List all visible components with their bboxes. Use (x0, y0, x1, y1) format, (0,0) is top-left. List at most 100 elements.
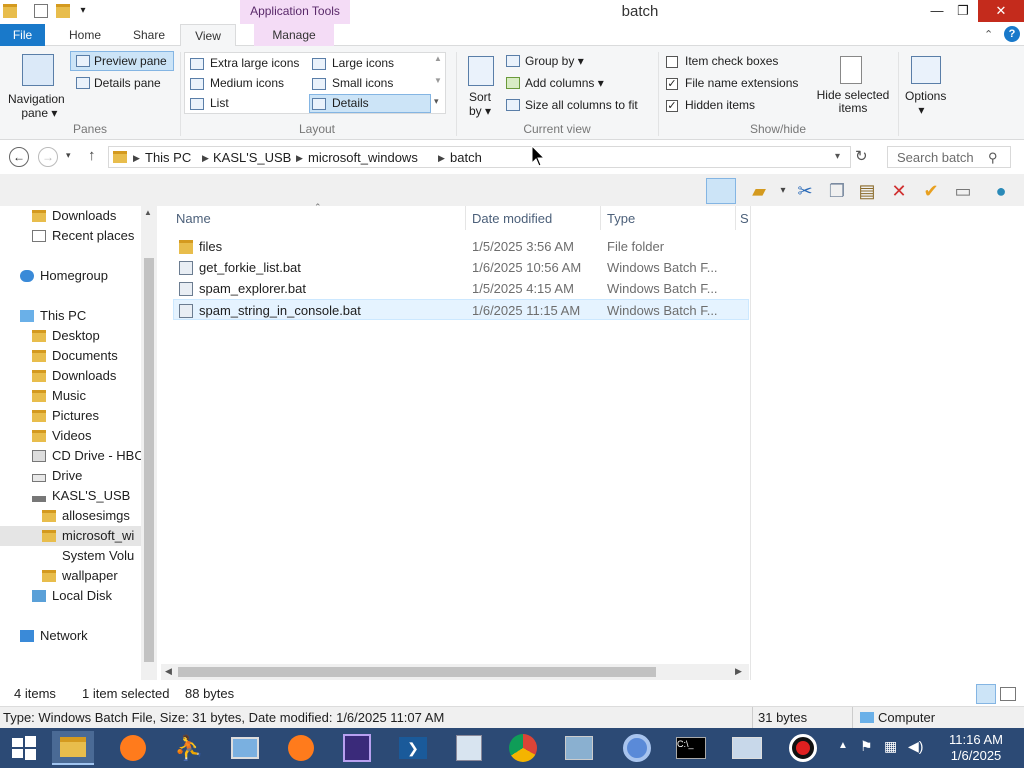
nav-item-wallpaper[interactable]: wallpaper (42, 566, 118, 586)
sort-by-button[interactable]: Sort by ▾ (464, 52, 500, 118)
cut-icon[interactable]: ✂ (794, 180, 816, 202)
details-pane-button[interactable]: Details pane (94, 76, 161, 90)
gallery-expand-icon[interactable]: ▾ (434, 96, 439, 107)
delete-icon[interactable]: ✕ (888, 180, 910, 202)
taskbar-photos[interactable] (224, 731, 266, 765)
breadcrumb-kasls-usb[interactable]: KASL'S_USB (213, 150, 291, 165)
file-row[interactable]: get_forkie_list.bat 1/6/2025 10:56 AM Wi… (173, 257, 749, 278)
column-separator[interactable] (600, 206, 601, 230)
new-folder-icon[interactable]: ▰ (748, 180, 770, 202)
hidden-items-label[interactable]: Hidden items (685, 98, 755, 112)
nav-item-network[interactable]: Network (20, 626, 88, 646)
horizontal-scroll-thumb[interactable] (178, 667, 656, 677)
nav-item-local-disk[interactable]: Local Disk (32, 586, 112, 606)
hide-selected-items-button[interactable]: Hide selected items (810, 52, 892, 116)
taskbar-firefox-2[interactable] (280, 731, 322, 765)
tab-file[interactable]: File (0, 24, 45, 46)
breadcrumb-separator[interactable]: ▶ (296, 153, 303, 164)
taskbar-recorder[interactable] (782, 731, 824, 765)
nav-scroll-thumb[interactable] (144, 258, 154, 662)
rename-icon[interactable]: ✔ (920, 180, 942, 202)
tab-share[interactable]: Share (124, 24, 174, 46)
scroll-right-icon[interactable]: ▶ (735, 666, 742, 677)
group-by-button[interactable]: Group by ▾ (525, 54, 584, 68)
breadcrumb-separator[interactable]: ▶ (438, 153, 445, 164)
hidden-items-checkbox[interactable]: ✓ (666, 100, 678, 112)
tab-view[interactable]: View (180, 24, 236, 47)
maximize-button[interactable]: ❐ (944, 0, 982, 22)
taskbar-control-panel[interactable] (448, 731, 490, 765)
taskbar-file-explorer[interactable] (52, 731, 94, 765)
gallery-scroll-up-icon[interactable]: ▲ (434, 54, 442, 63)
column-header-size[interactable]: S (740, 211, 749, 226)
address-bar[interactable]: ▶ This PC ▶ KASL'S_USB ▶ microsoft_windo… (108, 146, 851, 168)
taskbar-chrome[interactable] (502, 731, 544, 765)
copy-icon[interactable]: ❐ (826, 180, 848, 202)
back-icon[interactable]: ← (9, 147, 29, 167)
column-separator[interactable] (735, 206, 736, 230)
nav-item-allosesimgs[interactable]: allosesimgs (42, 506, 130, 526)
nav-item-system-volume[interactable]: System Volu (42, 546, 134, 566)
scroll-up-icon[interactable]: ▲ (144, 208, 152, 217)
properties-icon[interactable]: ▭ (952, 180, 974, 202)
tab-home[interactable]: Home (60, 24, 110, 46)
quick-access-dropdown-icon[interactable]: ▾ (76, 4, 90, 18)
recent-locations-dropdown-icon[interactable]: ▾ (66, 150, 71, 161)
file-name-extensions-checkbox[interactable]: ✓ (666, 78, 678, 90)
nav-item-recent-places[interactable]: Recent places (32, 226, 134, 246)
nav-item-videos[interactable]: Videos (32, 426, 92, 446)
nav-item-this-pc[interactable]: This PC (20, 306, 86, 326)
options-button[interactable]: Options ▾ (902, 52, 952, 117)
breadcrumb-separator[interactable]: ▶ (133, 153, 140, 164)
nav-item-desktop[interactable]: Desktop (32, 326, 100, 346)
layout-details-selected[interactable] (309, 94, 431, 113)
nav-item-cd-drive[interactable]: CD Drive - HBC (32, 446, 144, 466)
paste-icon[interactable]: ▤ (856, 180, 878, 202)
taskbar-powershell[interactable]: ❯ (392, 731, 434, 765)
taskbar-firefox[interactable] (112, 731, 154, 765)
layout-small-icons[interactable]: Small icons (332, 76, 393, 90)
file-row[interactable]: files 1/5/2025 3:56 AM File folder (173, 236, 749, 257)
scroll-left-icon[interactable]: ◀ (165, 666, 172, 677)
layout-list[interactable]: List (210, 96, 229, 110)
nav-item-kasls-usb[interactable]: KASL'S_USB (32, 486, 130, 506)
nav-item-microsoft-windows[interactable]: microsoft_wi (0, 526, 141, 546)
gallery-scroll-down-icon[interactable]: ▼ (434, 76, 442, 85)
horizontal-scrollbar[interactable]: ◀ ▶ (161, 664, 749, 680)
volume-icon[interactable]: ◀) (908, 738, 923, 755)
large-icons-view-icon[interactable] (1000, 687, 1016, 701)
start-button[interactable] (3, 731, 45, 765)
navigation-pane-button[interactable]: Navigation pane ▾ (6, 50, 70, 120)
forward-icon[interactable]: → (38, 147, 58, 167)
column-separator[interactable] (465, 206, 466, 230)
taskbar-chromium[interactable] (616, 731, 658, 765)
action-center-flag-icon[interactable]: ⚑ (860, 738, 873, 755)
taskbar-runner-app[interactable]: ⛹ (168, 731, 210, 765)
tab-manage[interactable]: Manage (254, 24, 334, 46)
layout-large-icons[interactable]: Large icons (332, 56, 394, 70)
nav-item-downloads[interactable]: Downloads (32, 206, 116, 226)
add-columns-button[interactable]: Add columns ▾ (525, 76, 604, 90)
breadcrumb-separator[interactable]: ▶ (202, 153, 209, 164)
layout-extra-large-icons[interactable]: Extra large icons (210, 56, 299, 70)
nav-scrollbar[interactable]: ▲ (141, 206, 157, 680)
up-icon[interactable]: ↑ (88, 147, 96, 164)
nav-item-homegroup[interactable]: Homegroup (20, 266, 108, 286)
taskbar-processor-app[interactable] (336, 731, 378, 765)
breadcrumb-this-pc[interactable]: This PC (145, 150, 191, 165)
help-icon[interactable]: ? (1004, 26, 1020, 42)
breadcrumb-batch[interactable]: batch (450, 150, 482, 165)
column-header-name[interactable]: Name (176, 211, 211, 226)
show-hidden-icons-icon[interactable]: ▲ (838, 740, 848, 751)
taskbar-system-app[interactable] (558, 731, 600, 765)
nav-item-documents[interactable]: Documents (32, 346, 118, 366)
nav-item-downloads[interactable]: Downloads (32, 366, 116, 386)
details-view-icon[interactable] (976, 684, 996, 704)
close-button[interactable]: ✕ (978, 0, 1024, 22)
new-item-dropdown-icon[interactable]: ▾ (772, 180, 794, 202)
nav-item-pictures[interactable]: Pictures (32, 406, 99, 426)
nav-item-music[interactable]: Music (32, 386, 86, 406)
column-header-type[interactable]: Type (607, 211, 635, 226)
globe-icon[interactable]: ● (990, 180, 1012, 202)
item-check-boxes-checkbox[interactable] (666, 56, 678, 68)
